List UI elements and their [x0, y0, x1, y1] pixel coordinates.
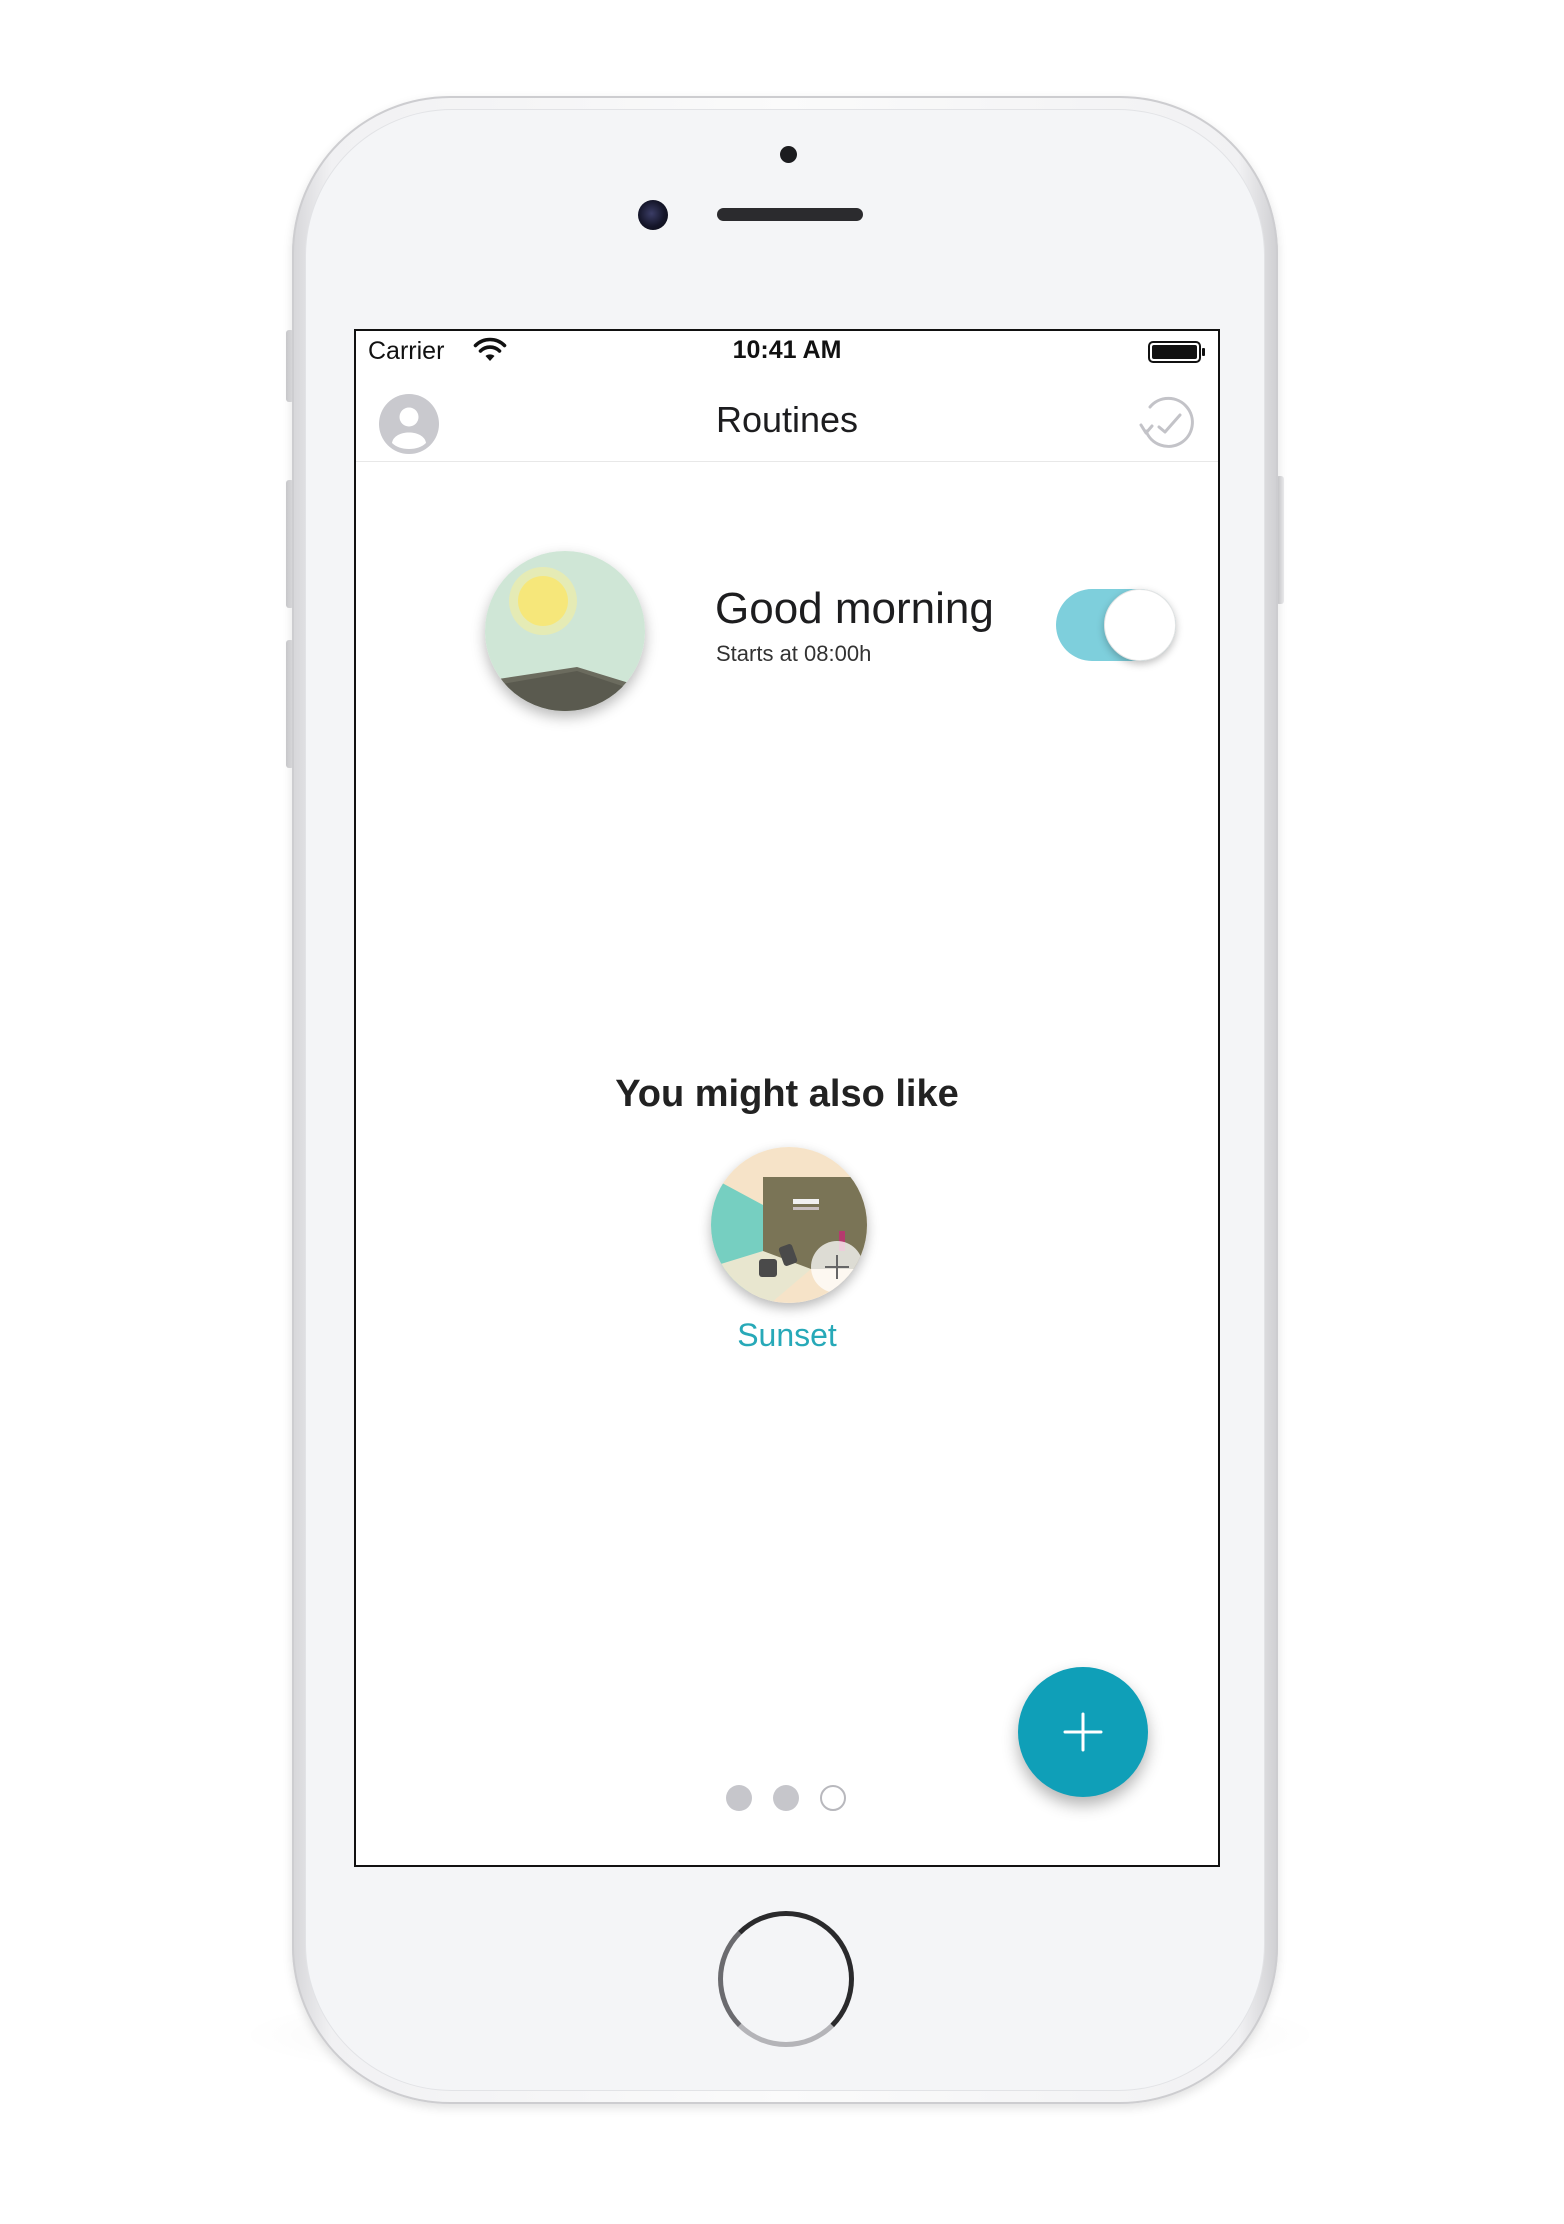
living-room-illustration[interactable] [711, 1147, 867, 1303]
page-dot-active[interactable] [820, 1785, 846, 1811]
suggestions-heading: You might also like [615, 1073, 959, 1115]
battery-full-icon [1148, 341, 1205, 363]
navigation-bar: Routines [356, 371, 1218, 462]
page-indicator [356, 1785, 1218, 1815]
page-dot[interactable] [773, 1785, 799, 1811]
routine-toggle[interactable] [1056, 589, 1176, 661]
front-camera [638, 200, 668, 230]
sunrise-illustration [485, 551, 645, 711]
add-routine-button[interactable] [1018, 1667, 1148, 1797]
routine-name: Good morning [715, 584, 994, 633]
status-time: 10:41 AM [732, 336, 842, 364]
proximity-sensor [780, 146, 797, 163]
earpiece-speaker [717, 208, 863, 221]
page-title: Routines [715, 399, 859, 440]
routine-start-time: Starts at 08:00h [716, 641, 872, 666]
status-bar: Carrier 10:41 AM [356, 331, 1218, 371]
toggle-knob [1104, 589, 1176, 661]
suggestion-label[interactable]: Sunset [356, 1317, 1218, 1354]
routine-row[interactable]: Good morning Starts at 08:00h [356, 551, 1218, 721]
app-screen: Carrier 10:41 AM Routines Good morning S… [354, 329, 1220, 1867]
page-dot[interactable] [726, 1785, 752, 1811]
history-clock-icon[interactable] [1132, 391, 1198, 457]
home-button[interactable] [718, 1911, 854, 2047]
stage: Carrier 10:41 AM Routines Good morning S… [0, 0, 1564, 2224]
plus-icon [1063, 1712, 1103, 1752]
